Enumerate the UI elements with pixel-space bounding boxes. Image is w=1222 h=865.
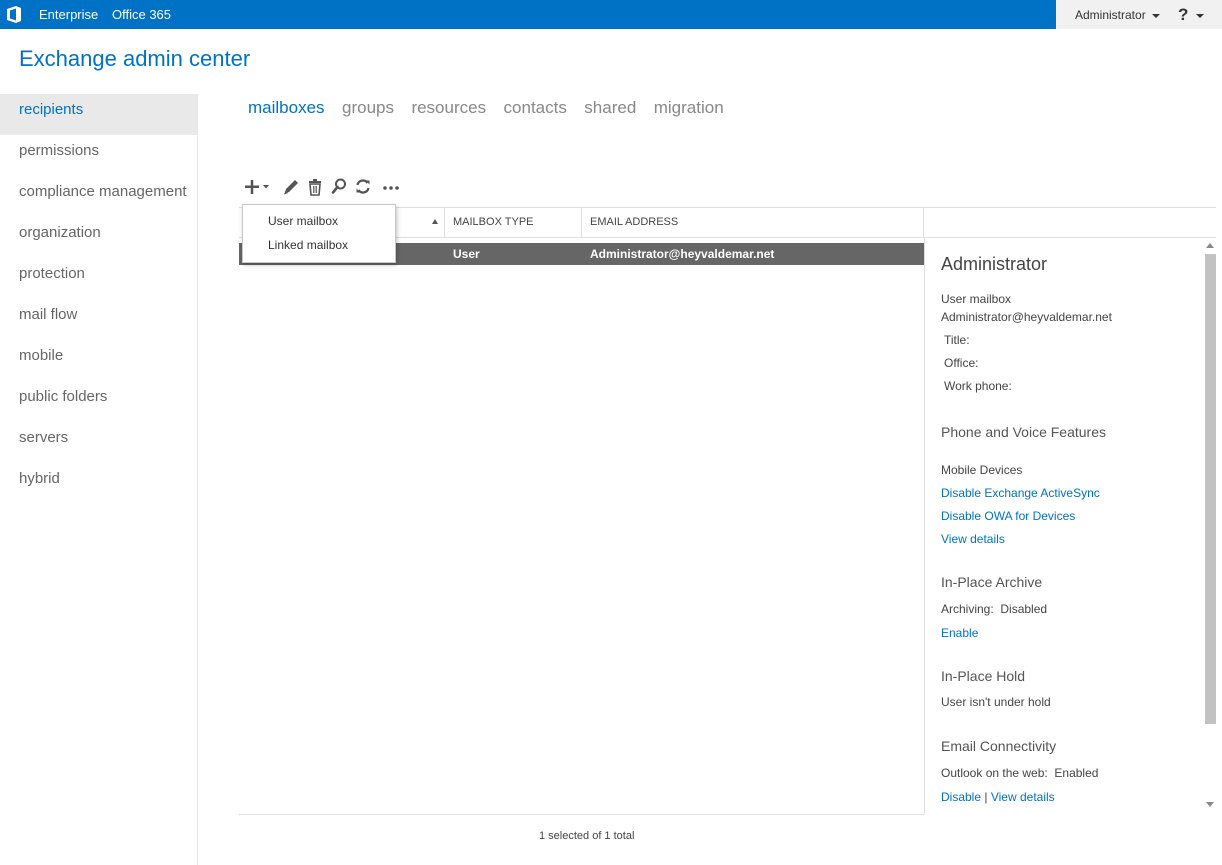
archiving-status: Archiving: Disabled: [941, 602, 1047, 616]
scrollbar-thumb[interactable]: [1205, 254, 1216, 724]
tab-migration[interactable]: migration: [654, 98, 724, 118]
chevron-down-icon: [1196, 13, 1205, 18]
help-menu[interactable]: ?: [1178, 5, 1205, 25]
sidebar-item-permissions[interactable]: permissions: [0, 135, 197, 176]
new-mailbox-menu: User mailbox Linked mailbox: [242, 204, 396, 263]
refresh-icon[interactable]: [353, 176, 373, 198]
connectivity-actions: Disable | View details: [941, 790, 1055, 804]
disable-owa-devices-link[interactable]: Disable OWA for Devices: [941, 509, 1075, 523]
user-menu[interactable]: Administrator: [1075, 8, 1160, 22]
edit-icon[interactable]: [281, 176, 301, 198]
user-name: Administrator: [1075, 8, 1146, 22]
connectivity-heading: Email Connectivity: [941, 738, 1057, 754]
sidebar: recipients permissions compliance manage…: [0, 94, 198, 865]
mobile-devices-label: Mobile Devices: [941, 463, 1023, 477]
office-logo-icon[interactable]: [6, 6, 22, 23]
link-separator: |: [984, 790, 988, 804]
tab-groups[interactable]: groups: [342, 98, 394, 118]
sidebar-item-mobile[interactable]: mobile: [0, 340, 197, 381]
search-icon[interactable]: [330, 176, 348, 198]
mobile-view-details-link[interactable]: View details: [941, 532, 1005, 546]
cell-email-address: Administrator@heyvaldemar.net: [590, 247, 775, 261]
sidebar-item-protection[interactable]: protection: [0, 258, 197, 299]
sidebar-item-mail-flow[interactable]: mail flow: [0, 299, 197, 340]
add-icon[interactable]: [243, 176, 273, 198]
selection-status: 1 selected of 1 total: [539, 830, 635, 842]
sidebar-item-organization[interactable]: organization: [0, 217, 197, 258]
cell-mailbox-type: User: [453, 247, 480, 261]
menu-item-linked-mailbox[interactable]: Linked mailbox: [268, 238, 348, 252]
enterprise-link[interactable]: Enterprise: [39, 7, 98, 22]
owa-status: Outlook on the web: Enabled: [941, 766, 1098, 780]
details-office-label: Office:: [944, 356, 979, 370]
archive-heading: In-Place Archive: [941, 574, 1043, 590]
hold-status: User isn't under hold: [941, 695, 1051, 709]
enable-archive-link[interactable]: Enable: [941, 626, 978, 640]
sidebar-item-public-folders[interactable]: public folders: [0, 381, 197, 422]
archiving-label: Archiving:: [941, 602, 994, 616]
disable-owa-link[interactable]: Disable: [941, 790, 981, 804]
details-email: Administrator@heyvaldemar.net: [941, 310, 1112, 324]
phone-voice-heading: Phone and Voice Features: [941, 424, 1107, 440]
scroll-down-icon[interactable]: [1206, 802, 1214, 807]
chevron-down-icon: [1151, 13, 1160, 18]
more-icon[interactable]: [381, 176, 401, 198]
sidebar-item-hybrid[interactable]: hybrid: [0, 463, 197, 504]
tab-resources[interactable]: resources: [411, 98, 486, 118]
column-header-email-address[interactable]: EMAIL ADDRESS: [582, 208, 924, 238]
details-work-phone-label: Work phone:: [944, 379, 1012, 393]
tab-contacts[interactable]: contacts: [504, 98, 567, 118]
office365-link[interactable]: Office 365: [112, 7, 171, 22]
top-bar: Enterprise Office 365 Administrator ?: [0, 0, 1222, 29]
grid-footer-divider: [239, 814, 925, 815]
details-title-label: Title:: [944, 333, 970, 347]
sidebar-item-servers[interactable]: servers: [0, 422, 197, 463]
sidebar-item-compliance-management[interactable]: compliance management: [0, 176, 197, 217]
hold-heading: In-Place Hold: [941, 668, 1026, 684]
column-header-mailbox-type[interactable]: MAILBOX TYPE: [445, 208, 582, 238]
archiving-value: Disabled: [1000, 602, 1048, 616]
tab-bar: mailboxes groups resources contacts shar…: [248, 98, 737, 118]
owa-label: Outlook on the web:: [941, 766, 1048, 780]
delete-icon[interactable]: [306, 176, 324, 198]
scroll-up-icon[interactable]: [1206, 243, 1214, 248]
tab-shared[interactable]: shared: [584, 98, 636, 118]
details-pane: Administrator User mailbox Administrator…: [924, 238, 1217, 814]
disable-activesync-link[interactable]: Disable Exchange ActiveSync: [941, 486, 1100, 500]
details-scrollbar[interactable]: [1203, 238, 1217, 814]
tab-mailboxes[interactable]: mailboxes: [248, 98, 325, 118]
owa-view-details-link[interactable]: View details: [991, 790, 1055, 804]
details-mailbox-type: User mailbox: [941, 292, 1012, 306]
sort-ascending-icon: [432, 219, 438, 224]
owa-value: Enabled: [1054, 766, 1099, 780]
top-right-area: Administrator ?: [1056, 0, 1222, 29]
help-icon: ?: [1178, 5, 1189, 24]
sidebar-item-recipients[interactable]: recipients: [0, 94, 197, 135]
menu-item-user-mailbox[interactable]: User mailbox: [268, 214, 338, 228]
details-title: Administrator: [941, 254, 1048, 274]
page-title: Exchange admin center: [19, 46, 251, 71]
